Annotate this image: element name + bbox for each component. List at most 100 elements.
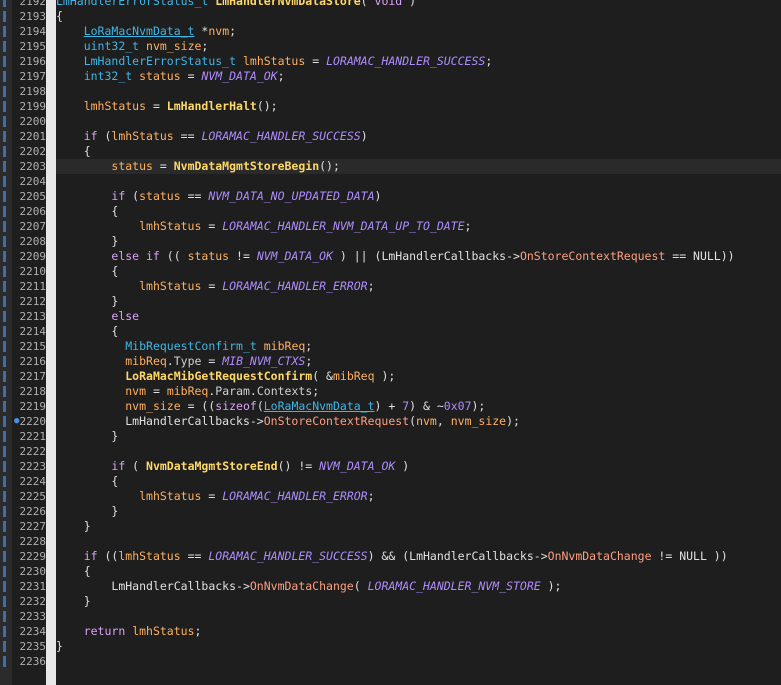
line-number[interactable]: 2198 [12, 84, 47, 99]
line-number[interactable]: 2226 [12, 504, 47, 519]
code-line[interactable]: MibRequestConfirm_t mibReq; [56, 339, 312, 354]
line-number[interactable]: 2197 [12, 69, 47, 84]
code-line[interactable]: uint32_t nvm_size; [56, 39, 209, 54]
code-token: status [139, 69, 181, 83]
line-number[interactable]: 2213 [12, 309, 47, 324]
code-line[interactable]: else if (( status != NVM_DATA_OK ) || (L… [56, 249, 734, 264]
line-number[interactable]: 2202 [12, 144, 47, 159]
code-line[interactable]: { [56, 264, 118, 279]
code-token: ( [360, 0, 375, 8]
code-line[interactable]: { [56, 9, 63, 24]
line-number[interactable]: 2216 [12, 354, 47, 369]
line-number[interactable]: 2218 [12, 384, 47, 399]
code-line[interactable]: lmhStatus = LmHandlerHalt(); [56, 99, 278, 114]
line-number[interactable]: 2235 [12, 639, 47, 654]
bookmark-icon[interactable]: ● [14, 414, 19, 429]
line-number[interactable]: 2209 [12, 249, 47, 264]
line-number[interactable]: 2203 [12, 159, 47, 174]
code-line[interactable]: { [56, 474, 118, 489]
code-line[interactable]: } [56, 429, 118, 444]
code-line[interactable]: { [56, 204, 118, 219]
code-token: = [152, 159, 174, 173]
code-token: * [194, 24, 209, 38]
line-number[interactable]: 2221 [12, 429, 47, 444]
code-line[interactable]: lmhStatus = LORAMAC_HANDLER_ERROR; [56, 489, 374, 504]
line-number[interactable]: 2214 [12, 324, 47, 339]
code-line[interactable]: LmHandlerCallbacks->OnNvmDataChange( LOR… [56, 579, 561, 594]
change-marker [3, 566, 6, 577]
line-number[interactable]: 2194 [12, 24, 47, 39]
line-number[interactable]: 2193 [12, 9, 47, 24]
line-number[interactable]: 2225 [12, 489, 47, 504]
code-line[interactable]: mibReq.Type = MIB_NVM_CTXS; [56, 354, 312, 369]
code-line[interactable]: LoRaMacMibGetRequestConfirm( &mibReq ); [56, 369, 395, 384]
code-token: if [111, 189, 126, 203]
line-number[interactable]: 2200 [12, 114, 47, 129]
code-line[interactable]: int32_t status = NVM_DATA_OK; [56, 69, 285, 84]
line-number[interactable]: 2234 [12, 624, 47, 639]
line-number[interactable]: 2199 [12, 99, 47, 114]
code-line[interactable]: LmHandlerCallbacks->OnStoreContextReques… [56, 414, 520, 429]
line-number[interactable]: 2201 [12, 129, 47, 144]
code-token: NVM_DATA_OK [256, 249, 333, 263]
line-number[interactable]: 2210 [12, 264, 47, 279]
line-number[interactable]: 2227 [12, 519, 47, 534]
line-number[interactable]: 2208 [12, 234, 47, 249]
code-line[interactable]: nvm = mibReq.Param.Contexts; [56, 384, 319, 399]
code-line[interactable]: LmHandlerErrorStatus_t LmHandlerNvmDataS… [56, 0, 416, 9]
code-line[interactable]: { [56, 144, 91, 159]
code-line[interactable]: LoRaMacNvmData_t *nvm; [56, 24, 236, 39]
line-number[interactable]: 2219 [12, 399, 47, 414]
line-number[interactable]: 2207 [12, 219, 47, 234]
line-number[interactable]: 2232 [12, 594, 47, 609]
line-number[interactable]: 2229 [12, 549, 47, 564]
code-line[interactable]: nvm_size = ((sizeof(LoRaMacNvmData_t) + … [56, 399, 485, 414]
code-line[interactable]: } [56, 519, 91, 534]
code-line[interactable]: } [56, 294, 118, 309]
code-line[interactable]: return lmhStatus; [56, 624, 202, 639]
line-number[interactable]: 2215 [12, 339, 47, 354]
line-number[interactable]: 2206 [12, 204, 47, 219]
code-token: , [436, 414, 451, 428]
code-line[interactable]: LmHandlerErrorStatus_t lmhStatus = LORAM… [56, 54, 493, 69]
line-number[interactable]: 2212 [12, 294, 47, 309]
code-line[interactable]: { [56, 564, 91, 579]
line-number[interactable]: 2192 [12, 0, 47, 9]
line-number[interactable]: 2224 [12, 474, 47, 489]
line-number[interactable]: 2211 [12, 279, 47, 294]
line-number[interactable]: 2233 [12, 609, 47, 624]
line-number[interactable]: 2230 [12, 564, 47, 579]
code-line[interactable]: if (status == NVM_DATA_NO_UPDATED_DATA) [56, 189, 381, 204]
current-code-line[interactable]: status = NvmDataMgmtStoreBegin(); [56, 159, 781, 174]
code-line[interactable]: if ((lmhStatus == LORAMAC_HANDLER_SUCCES… [56, 549, 728, 564]
code-line[interactable]: else [56, 309, 139, 324]
code-line[interactable]: } [56, 594, 91, 609]
line-number[interactable]: 2204 [12, 174, 47, 189]
fold-margin[interactable] [46, 0, 56, 685]
line-number[interactable]: 2222 [12, 444, 47, 459]
code-editor[interactable]: LmHandlerErrorStatus_t LmHandlerNvmDataS… [0, 0, 781, 685]
code-line[interactable]: lmhStatus = LORAMAC_HANDLER_ERROR; [56, 279, 374, 294]
line-number[interactable]: 2217 [12, 369, 47, 384]
line-number[interactable]: 2223 [12, 459, 47, 474]
code-line[interactable]: lmhStatus = LORAMAC_HANDLER_NVM_DATA_UP_… [56, 219, 471, 234]
line-number[interactable]: 2236 [12, 654, 47, 669]
code-token: else if [111, 249, 160, 263]
code-token: } [111, 294, 119, 308]
code-token: ( [353, 579, 368, 593]
line-number[interactable]: 2196 [12, 54, 47, 69]
line-number[interactable]: 2205 [12, 189, 47, 204]
line-number[interactable]: 2231 [12, 579, 47, 594]
code-line[interactable]: if ( NvmDataMgmtStoreEnd() != NVM_DATA_O… [56, 459, 409, 474]
code-line[interactable]: } [56, 504, 118, 519]
code-line[interactable]: if (lmhStatus == LORAMAC_HANDLER_SUCCESS… [56, 129, 368, 144]
code-line[interactable]: { [56, 324, 118, 339]
code-line[interactable]: } [56, 639, 63, 654]
code-token: = [146, 384, 167, 398]
line-number[interactable]: 2195 [12, 39, 47, 54]
code-token: if [83, 549, 98, 563]
line-number[interactable]: 2228 [12, 534, 47, 549]
code-line[interactable]: } [56, 234, 118, 249]
code-area[interactable]: LmHandlerErrorStatus_t LmHandlerNvmDataS… [56, 0, 781, 685]
